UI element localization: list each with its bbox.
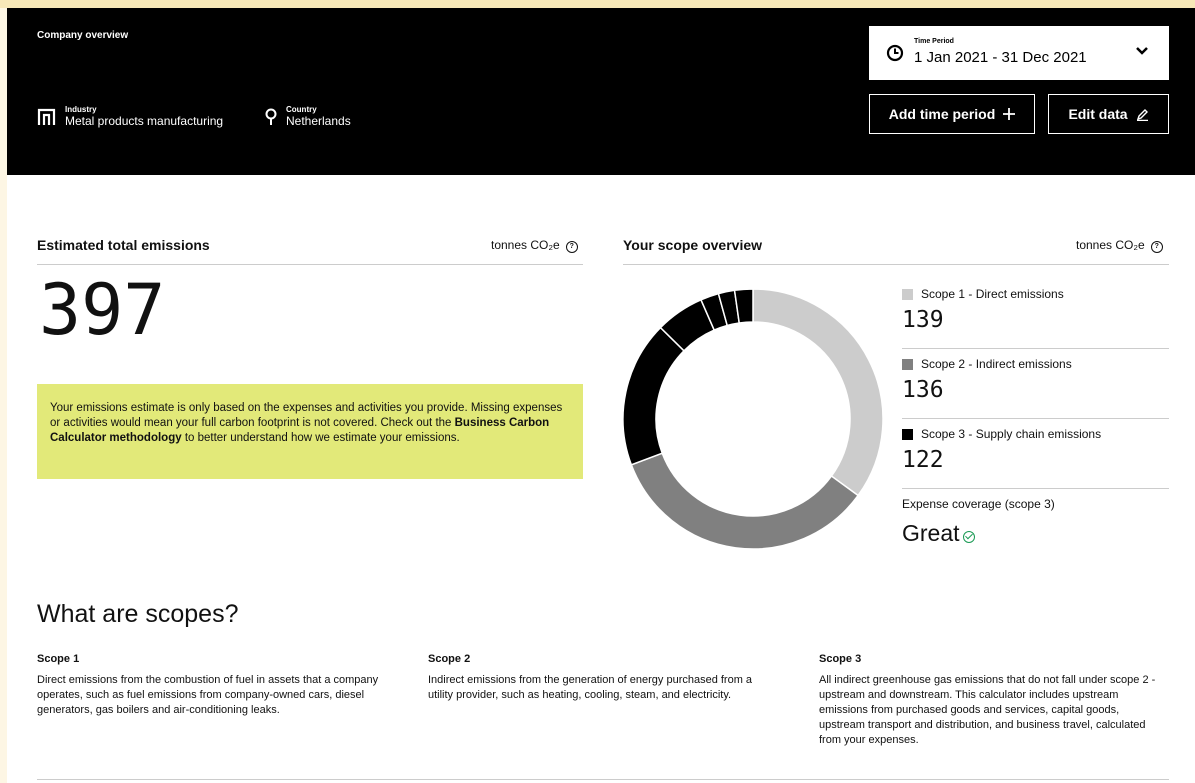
divider <box>37 264 583 265</box>
divider <box>902 348 1169 349</box>
time-period-value: 1 Jan 2021 - 31 Dec 2021 <box>914 49 1087 66</box>
scope-3-slice-1[interactable] <box>622 326 686 466</box>
company-overview-title: Company overview <box>37 30 129 41</box>
edit-data-button[interactable]: Edit data <box>1048 94 1169 134</box>
coverage-rating: Great <box>902 520 960 546</box>
industry-icon <box>37 108 56 125</box>
scope-text: Direct emissions from the combustion of … <box>37 674 379 716</box>
scope-1-value: 139 <box>902 307 944 333</box>
methodology-note: Your emissions estimate is only based on… <box>37 384 583 479</box>
chevron-down-icon <box>1136 47 1148 55</box>
scope-heading: Scope 2 <box>428 653 471 665</box>
industry-value: Metal products manufacturing <box>65 114 224 128</box>
top-frame <box>0 0 1195 8</box>
scope-2-value: 136 <box>902 377 944 403</box>
scope-2-description: Scope 2 Indirect emissions from the gene… <box>428 653 773 703</box>
location-pin-icon <box>265 108 277 125</box>
main-content: Estimated total emissions tonnes CO₂e? 3… <box>7 175 1195 783</box>
pencil-icon <box>1136 108 1148 121</box>
scope-text: All indirect greenhouse gas emissions th… <box>819 674 1156 746</box>
expense-coverage-label: Expense coverage (scope 3) <box>902 497 1055 511</box>
scope-3-label: Scope 3 - Supply chain emissions <box>921 427 1102 441</box>
total-emissions-title: Estimated total emissions <box>37 237 210 253</box>
what-are-scopes-title: What are scopes? <box>37 600 239 628</box>
divider <box>623 264 1169 265</box>
legend-scope-2: Scope 2 - Indirect emissions 136 <box>902 357 1169 403</box>
time-period-label: Time Period <box>914 38 954 45</box>
company-header: Company overview Industry Metal products… <box>7 8 1195 175</box>
scope-1-label: Scope 1 - Direct emissions <box>921 287 1064 301</box>
scope-heading: Scope 1 <box>37 653 80 665</box>
add-time-period-label: Add time period <box>888 106 996 122</box>
scope-2-slice[interactable] <box>630 452 860 550</box>
scope-3-swatch <box>902 428 913 440</box>
scope-overview-title: Your scope overview <box>623 237 763 253</box>
edit-data-label: Edit data <box>1068 106 1128 122</box>
clock-icon <box>886 44 904 62</box>
scope-1-swatch <box>902 288 913 300</box>
divider <box>902 418 1169 419</box>
note-text-2: to better understand how we estimate you… <box>181 432 460 444</box>
industry-label: Industry <box>65 105 97 114</box>
industry-info: Industry Metal products manufacturing <box>37 105 223 128</box>
legend-scope-1: Scope 1 - Direct emissions 139 <box>902 287 1169 333</box>
scope-1-description: Scope 1 Direct emissions from the combus… <box>37 653 382 718</box>
country-info: Country Netherlands <box>264 105 351 128</box>
legend-scope-3: Scope 3 - Supply chain emissions 122 <box>902 427 1169 473</box>
country-value: Netherlands <box>286 114 351 128</box>
scope-2-swatch <box>902 358 913 370</box>
scope-3-value: 122 <box>902 447 944 473</box>
help-icon[interactable]: ? <box>565 241 578 253</box>
scope-2-label: Scope 2 - Indirect emissions <box>921 357 1072 371</box>
add-time-period-button[interactable]: Add time period <box>869 94 1035 134</box>
country-label: Country <box>286 105 317 114</box>
expense-coverage-value: Great <box>902 520 975 547</box>
scope-heading: Scope 3 <box>819 653 862 665</box>
help-icon[interactable]: ? <box>1150 241 1163 253</box>
divider <box>37 779 1169 780</box>
total-emissions-unit: tonnes CO₂e? <box>491 238 578 253</box>
divider <box>902 488 1169 489</box>
scope-donut-chart <box>622 288 884 550</box>
scope-1-slice[interactable] <box>752 288 884 497</box>
unit-text: tonnes CO₂e <box>491 238 560 252</box>
scope-3-description: Scope 3 All indirect greenhouse gas emis… <box>819 653 1164 748</box>
scope-overview-unit: tonnes CO₂e? <box>1076 238 1163 253</box>
unit-text: tonnes CO₂e <box>1076 238 1145 252</box>
scope-text: Indirect emissions from the generation o… <box>428 674 753 701</box>
time-period-select[interactable]: Time Period 1 Jan 2021 - 31 Dec 2021 <box>869 26 1169 80</box>
check-circle-icon <box>962 530 975 543</box>
total-emissions-value: 397 <box>39 269 166 351</box>
plus-icon <box>1003 108 1016 120</box>
